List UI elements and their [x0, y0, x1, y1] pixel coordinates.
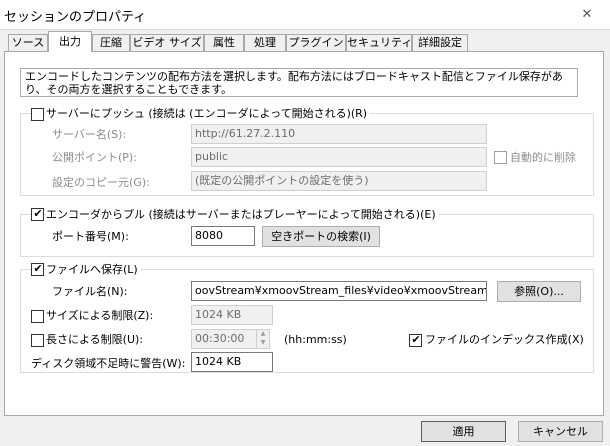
length-limit-label: 長さによる制限(U): [46, 333, 144, 346]
size-limit-checkbox[interactable] [31, 310, 44, 323]
spinner-up-icon[interactable]: ▲ [257, 330, 269, 339]
pull-checkbox[interactable] [31, 207, 44, 221]
server-name-label: サーバー名(S): [52, 128, 127, 141]
copy-settings-label: 設定のコピー元(G): [52, 176, 150, 189]
auto-delete-checkbox[interactable] [494, 151, 507, 164]
filename-field[interactable]: oovStream¥xmoovStream_files¥video¥xmoovS… [191, 281, 487, 301]
cancel-button[interactable]: キャンセル [518, 421, 603, 442]
length-limit-field[interactable]: 00:30:00 [191, 329, 257, 349]
spinner-down-icon[interactable]: ▼ [257, 339, 269, 348]
push-checkbox-label: サーバーにプッシュ (接続は (エンコーダによって開始される)(R) [46, 107, 371, 121]
length-limit-checkbox[interactable] [31, 334, 44, 347]
disk-warning-field[interactable]: 1024 KB [191, 352, 273, 372]
auto-delete-label: 自動的に削除 [510, 151, 576, 164]
length-unit-label: (hh:mm:ss) [284, 333, 347, 346]
size-limit-field[interactable]: 1024 KB [191, 305, 273, 325]
size-limit-label: サイズによる制限(Z): [46, 309, 154, 322]
apply-button[interactable]: 適用 [421, 421, 506, 442]
publish-point-field[interactable]: public [191, 147, 487, 167]
filename-label: ファイル名(N): [52, 285, 128, 298]
archive-checkbox[interactable] [31, 262, 44, 276]
disk-warning-label: ディスク領域不足時に警告(W): [31, 357, 186, 370]
pull-checkbox-label: エンコーダからプル (接続はサーバーまたはプレーヤーによって開始される)(E) [46, 208, 439, 222]
length-limit-spinner[interactable]: ▲ ▼ [256, 329, 270, 349]
archive-checkbox-label: ファイルへ保存(L) [46, 263, 141, 277]
server-name-field[interactable]: http://61.27.2.110 [191, 124, 487, 144]
copy-settings-field[interactable]: (既定の公開ポイントの設定を使う) [191, 171, 487, 191]
description-text: エンコードしたコンテンツの配布方法を選択します。配布方法にはブロードキャスト配信… [20, 68, 578, 97]
push-checkbox[interactable] [31, 108, 44, 121]
index-label: ファイルのインデックス作成(X) [425, 333, 584, 346]
find-port-button[interactable]: 空きポートの検索(I) [262, 226, 380, 247]
port-label: ポート番号(M): [52, 230, 129, 243]
browse-button[interactable]: 参照(O)... [497, 281, 581, 302]
port-field[interactable]: 8080 [191, 226, 255, 246]
publish-point-label: 公開ポイント(P): [52, 151, 137, 164]
index-checkbox[interactable] [409, 333, 422, 347]
